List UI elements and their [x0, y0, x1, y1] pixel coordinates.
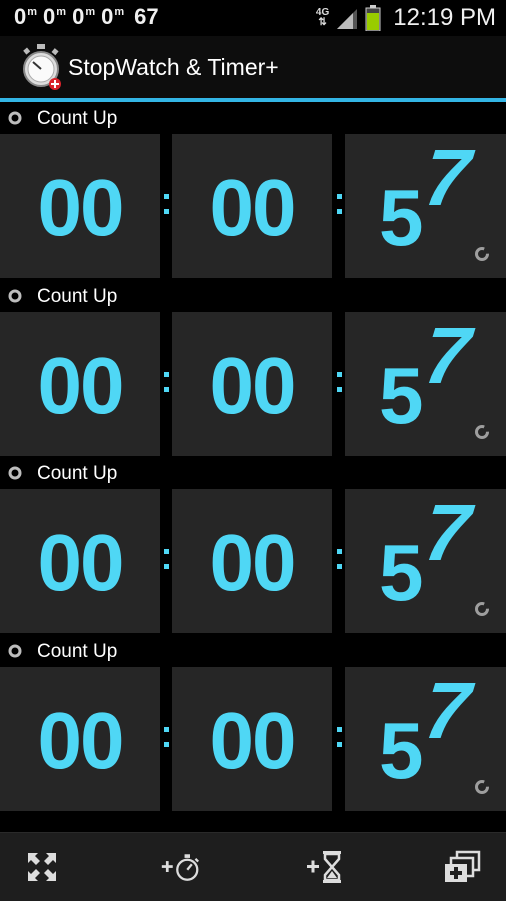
timer-label: Count Up	[37, 108, 118, 129]
battery-icon	[365, 5, 381, 31]
timer-label: Count Up	[37, 640, 118, 662]
notification-icon: 0 m	[101, 6, 124, 28]
seconds-tens-digit: 5	[379, 528, 424, 617]
hours-cell[interactable]: 00	[0, 311, 160, 456]
action-bar: StopWatch & Timer+	[0, 36, 506, 102]
seconds-cell[interactable]: 5 7	[345, 310, 506, 456]
timer-header[interactable]: Count Up	[0, 634, 506, 666]
expand-icon	[28, 853, 56, 881]
notification-suffix: m	[114, 6, 125, 18]
seconds-ones-digit: 7	[420, 133, 475, 222]
status-clock: 12:19 PM	[393, 4, 496, 31]
notification-value: 0	[43, 4, 56, 29]
seconds-cell[interactable]: 5 7	[345, 488, 506, 633]
minutes-cell[interactable]: 00	[172, 666, 332, 811]
minutes-cell[interactable]: 00	[172, 311, 332, 456]
minutes-cell[interactable]: 00	[172, 489, 332, 633]
colon-separator	[160, 726, 172, 757]
minutes-cell[interactable]: 00	[172, 134, 332, 278]
notification-suffix: m	[27, 6, 38, 18]
add-window-icon	[445, 850, 481, 882]
hours-digits: 00	[37, 163, 125, 252]
status-dot-icon	[8, 466, 22, 480]
seconds-ones-digit: 7	[420, 488, 475, 577]
hours-cell[interactable]: 00	[0, 666, 160, 811]
timer-item: Count Up 00 00 5 7	[0, 102, 506, 280]
colon-separator	[160, 371, 172, 402]
notification-value: 0	[14, 4, 27, 29]
notification-area: 0 m 0 m 0 m 0 m 67	[14, 6, 159, 28]
colon-separator	[333, 549, 345, 579]
seconds-ones-digit: 7	[420, 665, 475, 755]
stopwatch-app-icon[interactable]	[20, 44, 62, 90]
add-stopwatch-button[interactable]	[160, 849, 200, 885]
timer-item: Count Up 00 00 5 7	[0, 634, 506, 813]
reset-icon[interactable]	[474, 246, 490, 262]
colon-separator	[333, 194, 345, 224]
expand-button[interactable]	[22, 849, 62, 885]
status-dot-icon	[8, 289, 22, 302]
minutes-digits: 00	[209, 518, 297, 607]
data-arrows-icon: ⇅	[318, 17, 327, 28]
colon-separator	[160, 549, 172, 579]
colon-separator	[160, 194, 172, 224]
status-dot-icon	[8, 111, 22, 125]
timer-label: Count Up	[37, 285, 118, 307]
timer-label: Count Up	[37, 463, 118, 484]
system-icons: 4G ⇅ 12:19 PM	[316, 4, 496, 32]
reset-icon[interactable]	[474, 424, 490, 440]
add-timer-icon	[307, 851, 341, 883]
add-window-button[interactable]	[442, 849, 482, 885]
timer-header[interactable]: Count Up	[0, 279, 506, 311]
hours-cell[interactable]: 00	[0, 134, 160, 278]
seconds-tens-digit: 5	[379, 350, 424, 440]
app-title: StopWatch & Timer+	[68, 54, 279, 80]
notification-count: 67	[134, 4, 159, 29]
seconds-cell[interactable]: 5 7	[345, 133, 506, 278]
hours-cell[interactable]: 00	[0, 489, 160, 633]
network-indicator: 4G ⇅	[316, 8, 329, 28]
notification-value: 0	[72, 4, 85, 29]
bottom-action-bar	[0, 832, 506, 901]
seconds-cell[interactable]: 5 7	[345, 665, 506, 811]
signal-icon	[337, 9, 358, 29]
notification-suffix: m	[56, 6, 67, 18]
reset-icon[interactable]	[474, 779, 490, 795]
hours-digits: 00	[37, 695, 125, 785]
status-dot-icon	[8, 644, 22, 657]
timer-item: Count Up 00 00 5 7	[0, 279, 506, 458]
minutes-digits: 00	[209, 163, 297, 252]
colon-separator	[333, 726, 345, 757]
timer-header[interactable]: Count Up	[0, 457, 506, 488]
colon-separator	[333, 371, 345, 402]
notification-icon: 0 m	[43, 6, 66, 28]
timer-list: Count Up 00 00 5 7 Count Up 00 00 5 7 Co…	[0, 102, 506, 812]
timer-item: Count Up 00 00 5 7	[0, 457, 506, 635]
add-timer-button[interactable]	[305, 849, 345, 885]
notification-suffix: m	[85, 6, 96, 18]
notification-value: 0	[101, 4, 114, 29]
minutes-digits: 00	[209, 340, 297, 430]
notification-icon: 0 m	[72, 6, 95, 28]
hours-digits: 00	[37, 340, 125, 430]
minutes-digits: 00	[209, 695, 297, 785]
status-bar: 0 m 0 m 0 m 0 m 67 4G ⇅ 12:19 PM	[0, 0, 506, 36]
reset-icon[interactable]	[474, 601, 490, 617]
seconds-tens-digit: 5	[379, 705, 424, 795]
add-stopwatch-icon	[161, 854, 199, 881]
seconds-tens-digit: 5	[379, 173, 424, 262]
seconds-ones-digit: 7	[420, 310, 475, 400]
timer-header[interactable]: Count Up	[0, 102, 506, 133]
notification-icon: 0 m	[14, 6, 37, 28]
hours-digits: 00	[37, 518, 125, 607]
